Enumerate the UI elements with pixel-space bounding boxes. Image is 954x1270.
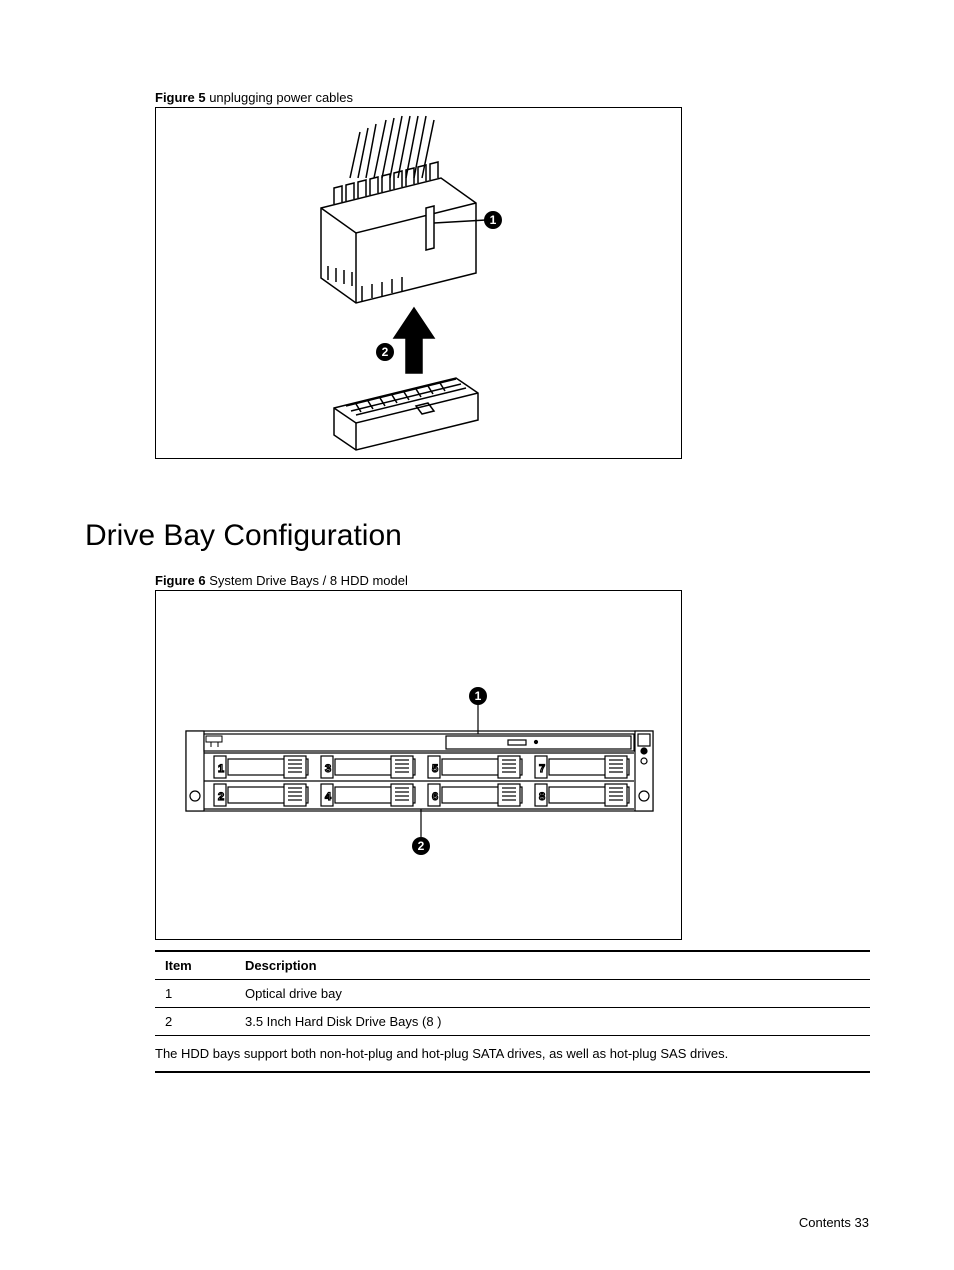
bay-number: 3 <box>325 763 331 775</box>
bay-number: 8 <box>539 791 545 803</box>
figure-6-text: System Drive Bays / 8 HDD model <box>209 573 408 588</box>
drive-bay-table: Item Description 1 Optical drive bay 2 3… <box>155 950 870 1073</box>
figure-5-caption: Figure 5 unplugging power cables <box>155 90 869 105</box>
table-cell-description: 3.5 Inch Hard Disk Drive Bays (8 ) <box>235 1008 870 1036</box>
bay-number: 2 <box>218 791 224 803</box>
table-cell-item: 2 <box>155 1008 235 1036</box>
figure-5-label: Figure 5 <box>155 90 206 105</box>
table-cell-item: 1 <box>155 980 235 1008</box>
figure-6-caption: Figure 6 System Drive Bays / 8 HDD model <box>155 573 869 588</box>
table-note: The HDD bays support both non-hot-plug a… <box>155 1036 870 1073</box>
table-note-row: The HDD bays support both non-hot-plug a… <box>155 1036 870 1073</box>
table-row: 2 3.5 Inch Hard Disk Drive Bays (8 ) <box>155 1008 870 1036</box>
figure-5-callout-1: 1 <box>484 211 502 229</box>
bay-number: 4 <box>325 791 332 803</box>
bay-number: 5 <box>432 763 438 775</box>
figure-6-label: Figure 6 <box>155 573 206 588</box>
figure-5-drawing <box>156 108 683 460</box>
table-cell-description: Optical drive bay <box>235 980 870 1008</box>
page-footer: Contents 33 <box>799 1215 869 1230</box>
figure-6-callout-2: 2 <box>412 837 430 855</box>
table-row: 1 Optical drive bay <box>155 980 870 1008</box>
bay-number: 7 <box>539 763 545 775</box>
figure-5-image: 1 2 <box>155 107 682 459</box>
footer-page-number: 33 <box>855 1215 869 1230</box>
figure-6-image: 1 3 5 7 2 4 6 8 1 2 <box>155 590 682 940</box>
figure-5-callout-2: 2 <box>376 343 394 361</box>
section-heading-drive-bay: Drive Bay Configuration <box>85 519 869 553</box>
bay-number: 1 <box>218 763 224 775</box>
table-header-item: Item <box>155 951 235 980</box>
footer-section: Contents <box>799 1215 851 1230</box>
figure-6-callout-1: 1 <box>469 687 487 705</box>
bay-number: 6 <box>432 791 438 803</box>
table-header-description: Description <box>235 951 870 980</box>
figure-5-text: unplugging power cables <box>209 90 353 105</box>
figure-6-drawing: 1 3 5 7 2 4 6 8 <box>156 591 683 941</box>
